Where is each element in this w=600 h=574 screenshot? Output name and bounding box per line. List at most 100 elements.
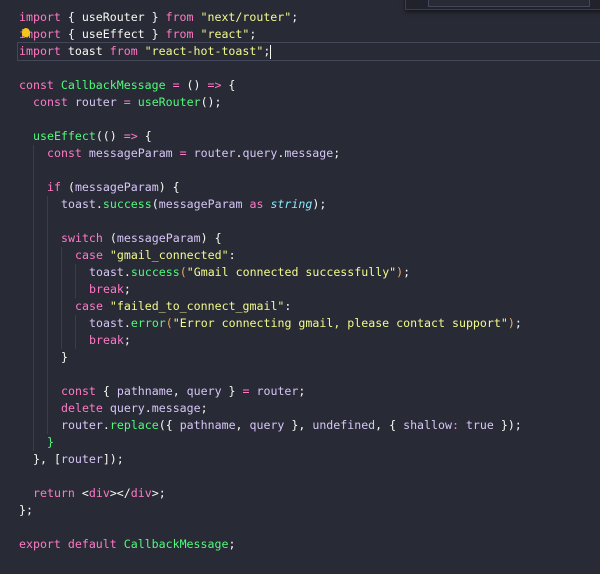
code-token: { useEffect } xyxy=(60,27,166,41)
code-token: ; xyxy=(291,10,299,24)
indent-guide xyxy=(19,128,33,145)
indent-guide xyxy=(33,400,47,417)
code-line[interactable]: break; xyxy=(19,281,600,298)
indent-guide xyxy=(75,332,89,349)
indent-guide xyxy=(33,349,47,366)
code-line[interactable]: toast.error("Error connecting gmail, ple… xyxy=(19,315,600,332)
code-token: ({ xyxy=(158,418,180,432)
code-line[interactable] xyxy=(19,111,600,128)
code-line[interactable]: return <div></div>; xyxy=(19,485,600,502)
indent-guide xyxy=(33,298,47,315)
code-editor[interactable]: import { useRouter } from "next/router";… xyxy=(17,9,600,553)
code-line[interactable]: case "failed_to_connect_gmail": xyxy=(19,298,600,315)
code-line[interactable]: }, [router]); xyxy=(19,451,600,468)
indent-guide xyxy=(75,281,89,298)
code-line[interactable] xyxy=(19,519,600,536)
indent-guide xyxy=(75,315,89,332)
code-line[interactable] xyxy=(19,162,600,179)
code-token: case xyxy=(75,299,103,313)
code-token: => xyxy=(123,129,138,143)
code-token: , xyxy=(172,384,187,398)
code-line[interactable]: import { useEffect } from "react"; xyxy=(19,26,600,43)
indent-guide xyxy=(47,315,61,332)
code-token: success xyxy=(130,265,180,279)
code-token: ); xyxy=(312,197,327,211)
indent-guide xyxy=(61,315,75,332)
code-token: ; xyxy=(249,27,257,41)
code-line[interactable]: break; xyxy=(19,332,600,349)
indent-guide xyxy=(33,179,47,196)
code-token: if xyxy=(47,180,61,194)
indent-guide xyxy=(47,264,61,281)
indent-guide xyxy=(33,383,47,400)
code-token: break xyxy=(89,333,124,347)
indent-guide xyxy=(47,383,61,400)
code-token: ( xyxy=(102,231,117,245)
code-token: "failed_to_connect_gmail" xyxy=(109,299,285,313)
code-line[interactable]: import { useRouter } from "next/router"; xyxy=(19,9,600,26)
indent-guide xyxy=(19,434,33,451)
code-line[interactable]: const messageParam = router.query.messag… xyxy=(19,145,600,162)
code-token: ; xyxy=(228,537,236,551)
code-line[interactable]: }; xyxy=(19,502,600,519)
code-token: const xyxy=(61,384,96,398)
code-token: from xyxy=(109,44,138,58)
code-line[interactable]: delete query.message; xyxy=(19,400,600,417)
code-token: import xyxy=(19,10,61,24)
indent-guide xyxy=(19,179,33,196)
indent-guide xyxy=(33,145,47,162)
indent-guide xyxy=(47,247,61,264)
code-token: "react" xyxy=(200,27,250,41)
code-token: div xyxy=(130,486,152,500)
code-token: ; xyxy=(514,316,522,330)
indent-guide xyxy=(19,281,33,298)
code-line[interactable]: router.replace({ pathname, query }, unde… xyxy=(19,417,600,434)
code-token: shallow xyxy=(403,418,452,432)
code-line[interactable] xyxy=(19,213,600,230)
code-line[interactable]: const { pathname, query } = router; xyxy=(19,383,600,400)
indent-guide xyxy=(61,298,75,315)
code-token: message xyxy=(151,401,201,415)
code-token: pathname xyxy=(116,384,173,398)
code-line[interactable]: useEffect(() => { xyxy=(19,128,600,145)
code-line[interactable]: import toast from "react-hot-toast"; xyxy=(17,42,600,61)
code-token: message xyxy=(284,146,334,160)
code-line[interactable]: const router = useRouter(); xyxy=(19,94,600,111)
lightbulb-icon[interactable] xyxy=(22,28,30,37)
indent-guide xyxy=(19,366,33,383)
code-line[interactable] xyxy=(19,366,600,383)
code-line[interactable]: if (messageParam) { xyxy=(19,179,600,196)
code-line[interactable] xyxy=(19,60,600,77)
code-token: ; xyxy=(123,333,131,347)
indent-guide xyxy=(47,417,61,434)
find-input[interactable] xyxy=(428,0,590,7)
code-token: }; xyxy=(19,503,33,517)
code-line[interactable]: } xyxy=(19,434,600,451)
code-token: query xyxy=(242,146,278,160)
code-line[interactable]: } xyxy=(19,349,600,366)
code-token: error xyxy=(130,316,166,330)
code-line[interactable]: toast.success("Gmail connected successfu… xyxy=(19,264,600,281)
code-line[interactable]: toast.success(messageParam as string); xyxy=(19,196,600,213)
code-token: router xyxy=(74,95,117,109)
code-line[interactable]: switch (messageParam) { xyxy=(19,230,600,247)
code-token: as xyxy=(249,197,264,211)
code-line[interactable]: case "gmail_connected": xyxy=(19,247,600,264)
code-line[interactable]: export default CallbackMessage; xyxy=(19,536,600,553)
code-line[interactable] xyxy=(19,468,600,485)
code-token: }, [ xyxy=(33,452,61,466)
indent-guide xyxy=(19,111,33,128)
code-token: , xyxy=(235,418,250,432)
indent-guide xyxy=(61,332,75,349)
code-line[interactable]: const CallbackMessage = () => { xyxy=(19,77,600,94)
code-token: const xyxy=(19,78,54,92)
